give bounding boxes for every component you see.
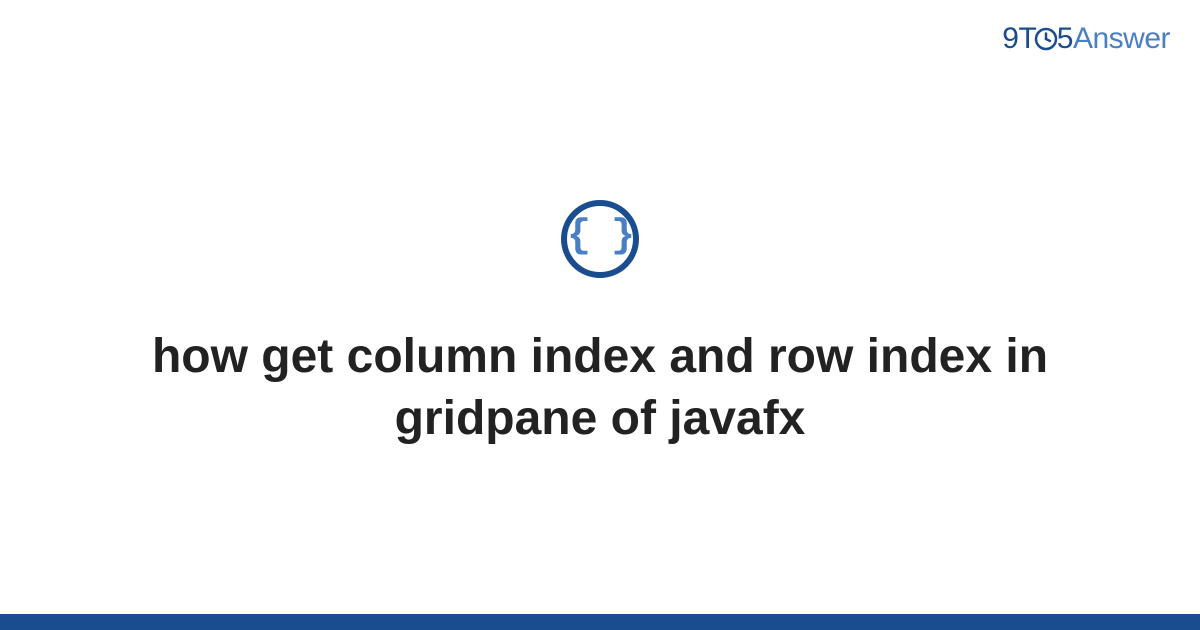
footer-bar: [0, 614, 1200, 630]
page-title: how get column index and row index in gr…: [150, 326, 1050, 451]
code-braces-icon: { }: [561, 200, 639, 278]
braces-glyph: { }: [567, 217, 633, 257]
main-content: { } how get column index and row index i…: [0, 0, 1200, 630]
